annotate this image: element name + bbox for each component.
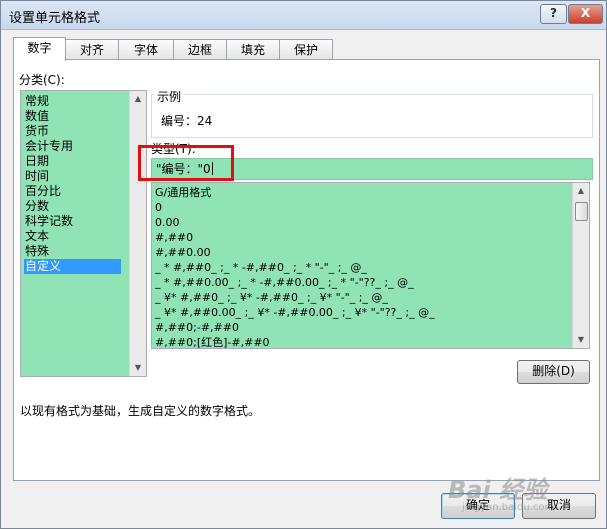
- format-item[interactable]: #,##0;-#,##0: [155, 320, 239, 335]
- tab-number[interactable]: 数字: [13, 37, 66, 61]
- category-item-number[interactable]: 数值: [24, 109, 121, 124]
- category-item-text[interactable]: 文本: [24, 229, 121, 244]
- format-item[interactable]: G/通用格式: [155, 185, 211, 200]
- type-input[interactable]: "编号："0: [151, 158, 593, 180]
- category-item-fraction[interactable]: 分数: [24, 199, 121, 214]
- category-list[interactable]: 常规 数值 货币 会计专用 日期 时间 百分比 分数 科学记数 文本 特殊 自定…: [20, 90, 147, 377]
- category-label: 分类(C):: [19, 73, 65, 87]
- category-scrollbar[interactable]: ▲ ▼: [129, 91, 146, 376]
- category-item-scientific[interactable]: 科学记数: [24, 214, 121, 229]
- category-item-custom[interactable]: 自定义: [24, 259, 121, 274]
- format-list-scrollbar[interactable]: ▲ ▼: [572, 183, 589, 348]
- format-cells-dialog: 设置单元格格式 ? X 数字 对齐 字体 边框 填充 保护 分类(C): 常规 …: [0, 0, 607, 529]
- category-item-currency[interactable]: 货币: [24, 124, 121, 139]
- scroll-up-arrow-icon[interactable]: ▲: [573, 183, 589, 199]
- format-code-list[interactable]: G/通用格式 0 0.00 #,##0 #,##0.00 _ * #,##0_ …: [151, 182, 590, 349]
- category-item-special[interactable]: 特殊: [24, 244, 121, 259]
- scroll-down-arrow-icon[interactable]: ▼: [573, 332, 589, 348]
- format-item[interactable]: #,##0;[红色]-#,##0: [155, 335, 270, 348]
- format-item[interactable]: _ * #,##0.00_ ;_ * -#,##0.00_ ;_ * "-"??…: [155, 275, 414, 290]
- number-tab-panel: 分类(C): 常规 数值 货币 会计专用 日期 时间 百分比 分数 科学记数 文…: [13, 59, 600, 481]
- format-item[interactable]: #,##0: [155, 230, 193, 245]
- scroll-thumb[interactable]: [575, 202, 588, 221]
- format-item[interactable]: _ ¥* #,##0_ ;_ ¥* -#,##0_ ;_ ¥* "-"_ ;_ …: [155, 290, 388, 305]
- category-item-time[interactable]: 时间: [24, 169, 121, 184]
- format-item[interactable]: 0.00: [155, 215, 180, 230]
- text-caret: [211, 162, 213, 175]
- description-text: 以现有格式为基础，生成自定义的数字格式。: [20, 404, 261, 418]
- scroll-down-arrow-icon[interactable]: ▼: [130, 360, 146, 376]
- category-item-date[interactable]: 日期: [24, 154, 121, 169]
- watermark-url: jingyan.baidu.com: [462, 502, 555, 513]
- category-item-percentage[interactable]: 百分比: [24, 184, 121, 199]
- type-input-value: "编号："0: [156, 162, 211, 176]
- format-item[interactable]: 0: [155, 200, 162, 215]
- tab-fill[interactable]: 填充: [226, 39, 280, 60]
- sample-label: 示例: [154, 88, 185, 105]
- title-bar: 设置单元格格式 ? X: [1, 1, 606, 30]
- close-button[interactable]: X: [568, 4, 603, 24]
- tab-alignment[interactable]: 对齐: [65, 39, 119, 60]
- tab-border[interactable]: 边框: [173, 39, 227, 60]
- scroll-up-arrow-icon[interactable]: ▲: [130, 91, 146, 107]
- dialog-title: 设置单元格格式: [9, 11, 101, 26]
- format-item[interactable]: _ * #,##0_ ;_ * -#,##0_ ;_ * "-"_ ;_ @_: [155, 260, 367, 275]
- tab-font[interactable]: 字体: [118, 39, 174, 60]
- category-item-accounting[interactable]: 会计专用: [24, 139, 121, 154]
- format-item[interactable]: _ ¥* #,##0.00_ ;_ ¥* -#,##0.00_ ;_ ¥* "-…: [155, 305, 435, 320]
- delete-button[interactable]: 删除(D): [517, 360, 590, 384]
- help-button[interactable]: ?: [540, 4, 567, 24]
- watermark-logo: Bai 经验: [448, 476, 548, 504]
- type-label: 类型(T):: [151, 142, 196, 156]
- format-item[interactable]: #,##0.00: [155, 245, 211, 260]
- tab-protection[interactable]: 保护: [279, 39, 333, 60]
- sample-value: 编号：24: [161, 114, 213, 128]
- category-item-general[interactable]: 常规: [24, 94, 121, 109]
- sample-group: [151, 94, 593, 138]
